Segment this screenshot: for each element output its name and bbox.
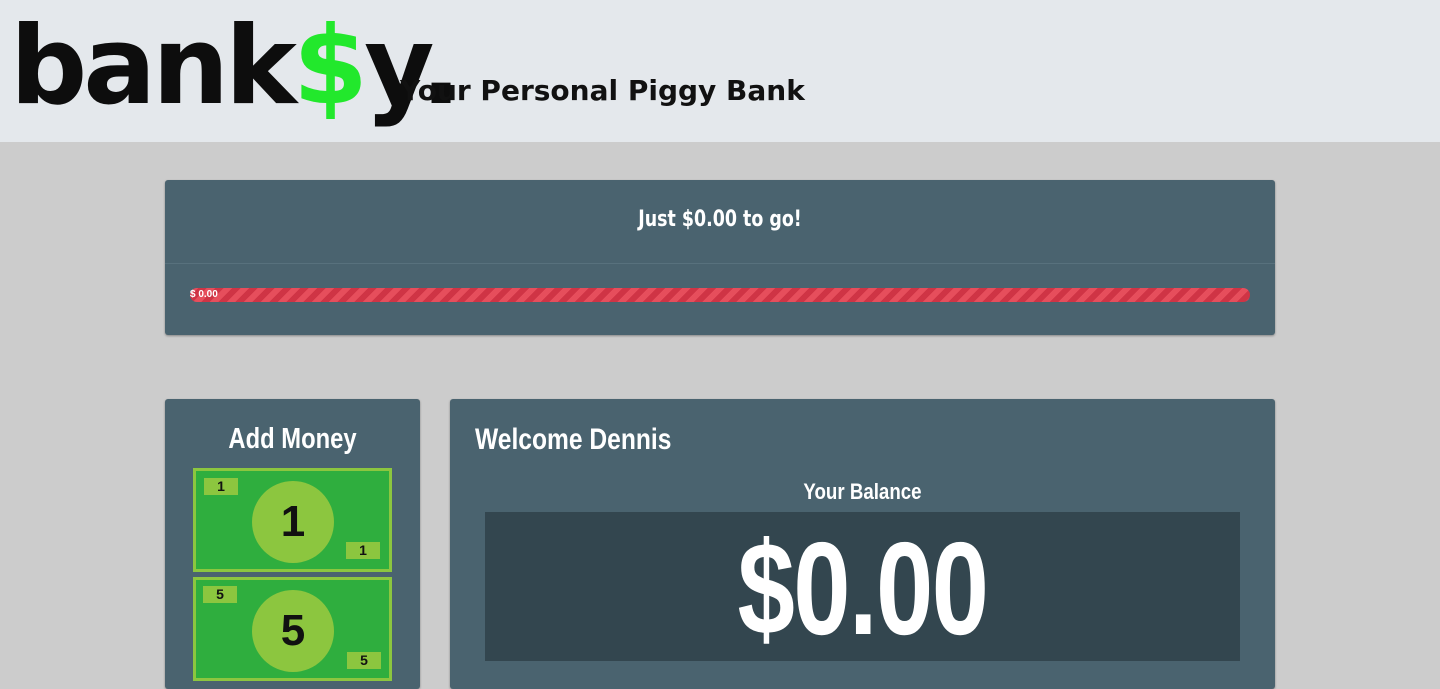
welcome-title: Welcome Dennis: [475, 423, 672, 456]
banksy-logo[interactable]: bank$y.: [10, 2, 462, 132]
header-tagline: Your Personal Piggy Bank: [400, 74, 805, 107]
goal-title: Just $0.00 to go!: [231, 180, 1209, 264]
bill-corner-value: 1: [204, 478, 238, 495]
add-money-panel: Add Money 1 1 1 5 5 5: [165, 399, 420, 689]
balance-value: $0.00: [737, 515, 989, 662]
bill-corner-value: 5: [347, 652, 381, 669]
bill-corner-value: 5: [203, 586, 237, 603]
balance-label: Your Balance: [803, 479, 922, 504]
bill-center-value: 5: [252, 590, 334, 672]
logo-dollar-sign: $: [292, 4, 368, 129]
bill-corner-value: 1: [346, 542, 380, 559]
balance-display: $0.00: [485, 512, 1240, 662]
goal-progress-label: $ 0.00: [190, 289, 218, 300]
welcome-panel: Welcome Dennis Your Balance $0.00: [450, 399, 1275, 689]
bill-center-value: 1: [252, 481, 334, 563]
goal-progress-bar: [190, 288, 1250, 302]
add-one-dollar-bill[interactable]: 1 1 1: [193, 468, 392, 572]
logo-text-prefix: bank: [10, 4, 297, 129]
add-five-dollar-bill[interactable]: 5 5 5: [193, 577, 392, 681]
app-header: bank$y. Your Personal Piggy Bank: [0, 0, 1440, 142]
add-money-title: Add Money: [228, 423, 357, 455]
goal-divider: [165, 263, 1275, 264]
savings-goal-panel: Just $0.00 to go! $ 0.00: [165, 180, 1275, 335]
logo-text-suffix: y.: [364, 4, 461, 129]
